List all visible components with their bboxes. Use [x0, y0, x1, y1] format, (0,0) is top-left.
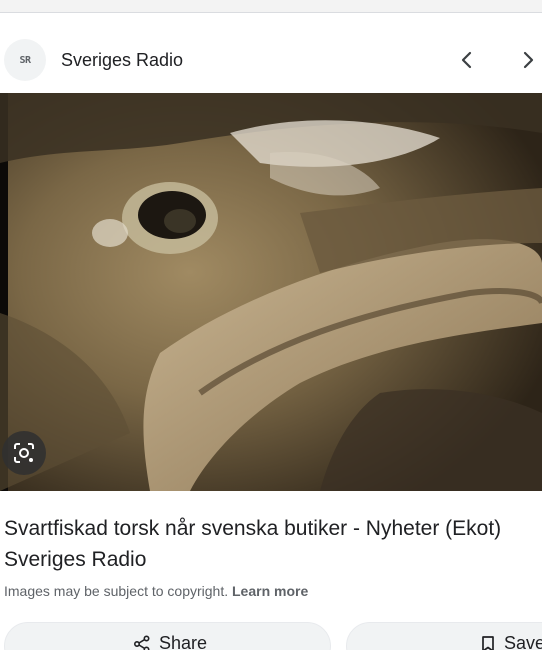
result-title-line-1[interactable]: Svartfiskad torsk når svenska butiker - …	[4, 513, 542, 544]
chevron-left-icon	[461, 51, 472, 69]
copyright-text: Images may be subject to copyright.	[4, 583, 232, 599]
top-divider	[0, 0, 542, 13]
image-detail-panel: SR Sveriges Radio Svartfiskad torsk når …	[0, 0, 542, 650]
share-button-content: Share	[133, 633, 207, 650]
previous-button[interactable]	[452, 45, 482, 75]
source-favicon[interactable]: SR	[4, 39, 46, 81]
lens-icon	[14, 443, 34, 463]
fish-photo	[0, 93, 542, 491]
learn-more-link[interactable]: Learn more	[232, 583, 308, 599]
favicon-text: SR	[19, 54, 31, 66]
chevron-right-icon	[523, 51, 534, 69]
copyright-notice: Images may be subject to copyright. Lear…	[4, 583, 308, 599]
share-icon	[133, 634, 151, 650]
next-button[interactable]	[513, 45, 542, 75]
source-header: SR Sveriges Radio	[0, 30, 542, 90]
share-button[interactable]: Share	[4, 622, 331, 650]
share-label: Share	[159, 633, 208, 650]
save-button[interactable]: Save	[346, 622, 542, 650]
save-button-content: Save	[480, 633, 542, 650]
result-title[interactable]: Svartfiskad torsk når svenska butiker - …	[4, 513, 542, 575]
result-title-line-2[interactable]: Sveriges Radio	[4, 544, 542, 575]
bookmark-icon	[480, 635, 496, 650]
save-label: Save	[504, 633, 542, 650]
preview-image[interactable]	[0, 93, 542, 491]
visual-search-button[interactable]	[2, 431, 46, 475]
source-name[interactable]: Sveriges Radio	[61, 50, 183, 71]
